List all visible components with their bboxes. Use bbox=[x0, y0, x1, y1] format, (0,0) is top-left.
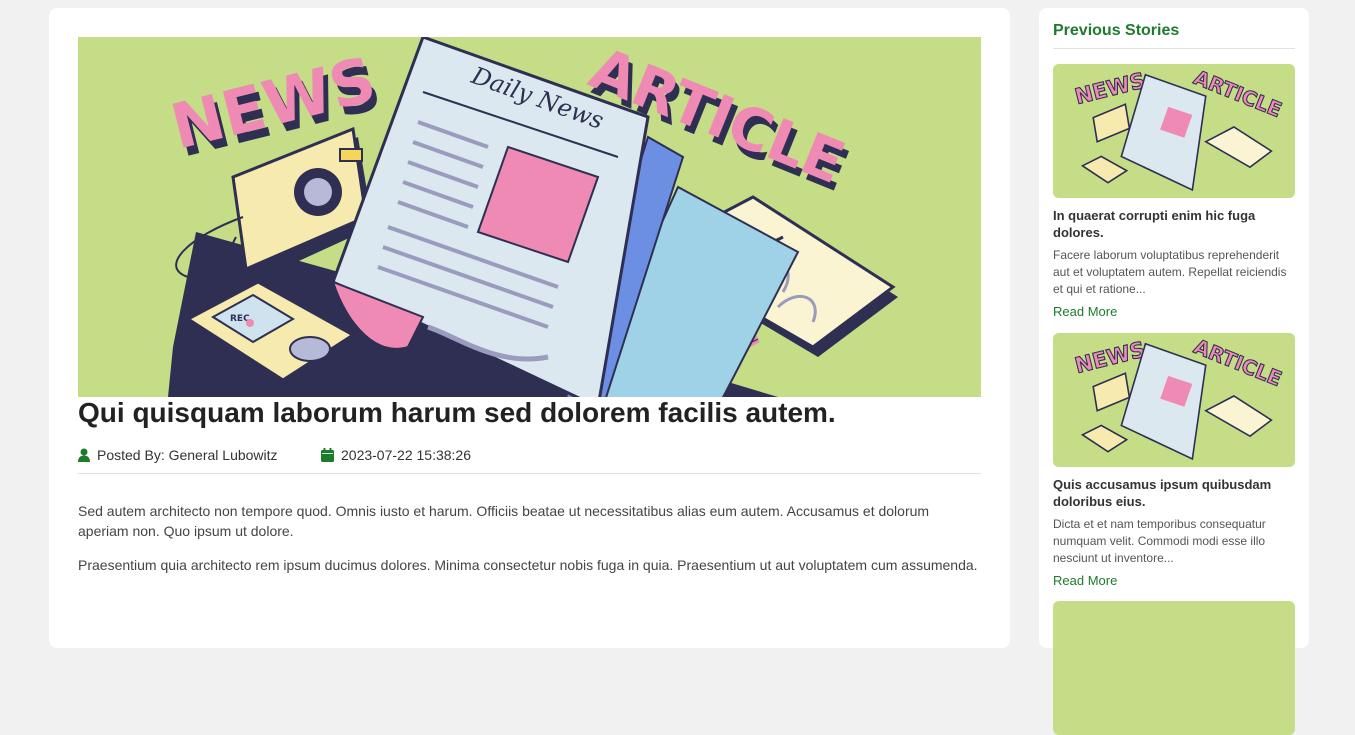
article-title: Qui quisquam laborum harum sed dolorem f… bbox=[78, 397, 836, 428]
previous-stories-sidebar: Previous Stories NEWS ARTICLE In quaerat… bbox=[1039, 8, 1309, 735]
post-date: 2023-07-22 15:38:26 bbox=[321, 447, 471, 463]
story-thumbnail[interactable]: NEWS ARTICLE bbox=[1053, 64, 1295, 198]
story-thumbnail[interactable] bbox=[1053, 601, 1295, 735]
story-thumbnail[interactable]: NEWS ARTICLE bbox=[1053, 333, 1295, 467]
story-card: NEWS ARTICLE Quis accusamus ipsum quibus… bbox=[1053, 333, 1295, 590]
story-title: In quaerat corrupti enim hic fuga dolore… bbox=[1053, 208, 1256, 240]
article-paragraph: Praesentium quia architecto rem ipsum du… bbox=[78, 557, 978, 573]
story-title: Quis accusamus ipsum quibusdam doloribus… bbox=[1053, 477, 1272, 509]
story-excerpt: Dicta et et nam temporibus consequatur n… bbox=[1053, 517, 1266, 565]
read-more-link[interactable]: Read More bbox=[1053, 573, 1117, 588]
date-label: 2023-07-22 15:38:26 bbox=[341, 447, 471, 463]
article-hero-image: NEWS NEWS ARTICLE ARTICLE REC Daily News bbox=[78, 37, 981, 397]
story-card bbox=[1053, 601, 1295, 735]
article-meta: Posted By: General Lubowitz 2023-07-22 1… bbox=[78, 445, 981, 474]
read-more-link[interactable]: Read More bbox=[1053, 304, 1117, 319]
article-paragraph: Sed autem architecto non tempore quod. O… bbox=[78, 503, 930, 539]
article-card: NEWS NEWS ARTICLE ARTICLE REC Daily News… bbox=[49, 8, 1010, 648]
story-card: NEWS ARTICLE In quaerat corrupti enim hi… bbox=[1053, 64, 1295, 321]
calendar-icon bbox=[321, 448, 334, 462]
author-info: Posted By: General Lubowitz bbox=[78, 447, 278, 463]
user-icon bbox=[78, 448, 90, 462]
sidebar-heading: Previous Stories bbox=[1053, 22, 1295, 49]
article-body: Sed autem architecto non tempore quod. O… bbox=[78, 501, 981, 589]
author-label: Posted By: General Lubowitz bbox=[97, 447, 278, 463]
story-excerpt: Facere laborum voluptatibus reprehenderi… bbox=[1053, 248, 1287, 296]
